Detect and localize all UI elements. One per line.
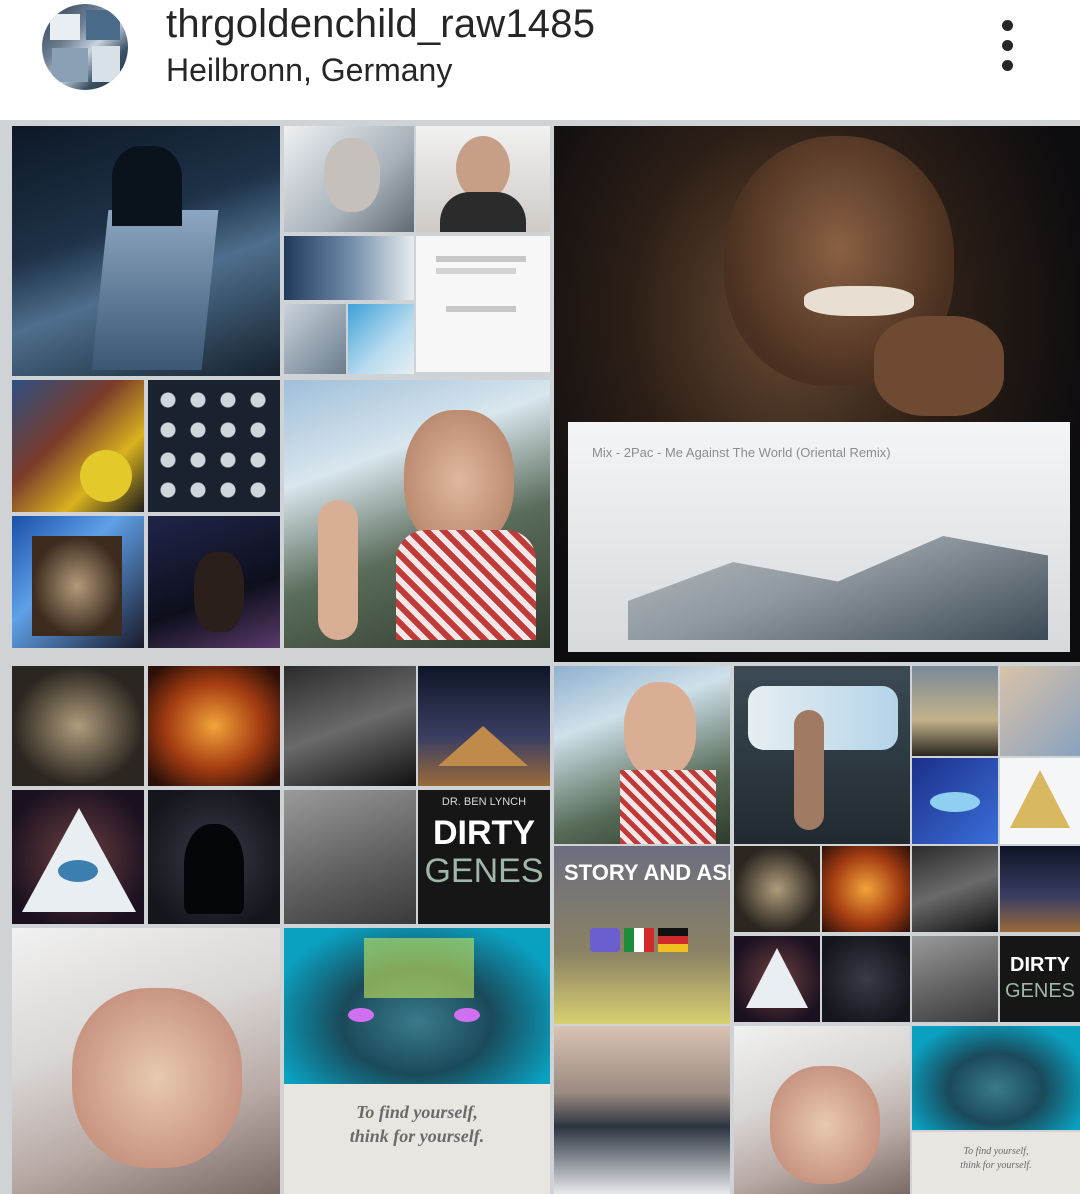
collage-tile-dark-small [912,846,998,932]
collage-tile-fire-small [822,846,910,932]
collage-tile-face-1 [284,126,414,232]
collage-tile-sunset [912,666,998,756]
collage-tile-portrait-large [12,928,280,1194]
collage-tile-photo-small [284,304,346,374]
collage-tile-armor-small [734,846,820,932]
username-link[interactable]: thrgoldenchild_raw1485 [166,2,595,47]
collage-tile-dirty-genes-book: DR. BEN LYNCH DIRTY GENES [418,790,550,924]
book-author: DR. BEN LYNCH [441,796,527,808]
collage-tile-stone [284,790,416,924]
tupac-caption: Mix - 2Pac - Me Against The World (Orien… [592,445,891,460]
quote-line-1: To find yourself, [356,1102,478,1122]
collage-tile-hooded-small [822,936,910,1022]
collage-tile-mini-grid [12,380,144,512]
collage-tile-dark-figure [284,666,416,786]
location-link[interactable]: Heilbronn, Germany [166,52,452,89]
book-title-1: DIRTY [433,814,535,852]
collage-tile-dots [148,380,280,512]
collage-tile-pyramids-small [1000,846,1080,932]
small-book-title-2: GENES [1004,980,1076,1002]
collage-tile-blue-eye [912,758,998,844]
profile-avatar[interactable] [42,4,128,90]
collage-tile-face-2 [416,126,550,232]
collage-tile-comet [12,516,144,648]
collage-tile-group [1000,666,1080,756]
collage-tile-book-small: DIRTY GENES [1000,936,1080,1022]
collage-tile-text-card [416,236,550,372]
collage-tile-alien-small [912,1026,1080,1130]
collage-tile-eye-small [734,936,820,1022]
collage-tile-pyramid-eye [12,790,144,924]
collage-tile-selfie [284,380,550,648]
collage-tile-quote-small: To find yourself, think for yourself. [912,1132,1080,1194]
small-quote-line-2: think for yourself. [960,1160,1032,1171]
collage-tile-alien [284,928,550,1084]
collage-tile-hooded [148,790,280,924]
collage-tile-selfie-small [554,666,730,844]
collage-tile-portrait-small [734,1026,910,1194]
collage-tile-tupac: Mix - 2Pac - Me Against The World (Orien… [554,126,1080,662]
collage-tile-stone-small [912,936,998,1022]
story-label: STORY AND ASK [564,860,730,885]
collage-tile-police-car [734,666,910,844]
collage-tile-screens [284,236,414,300]
quote-line-2: think for yourself. [349,1126,485,1146]
collage-tile-fire [148,666,280,786]
post-header: thrgoldenchild_raw1485 Heilbronn, German… [0,0,1080,118]
small-quote-line-1: To find yourself, [963,1146,1029,1157]
post-image-collage[interactable]: Mix - 2Pac - Me Against The World (Orien… [0,120,1080,1194]
collage-tile-pyramids [418,666,550,786]
collage-tile-triangle [1000,758,1080,844]
collage-tile-armor [12,666,144,786]
more-vertical-icon[interactable] [994,20,1022,72]
book-title-2: GENES [424,852,544,890]
small-book-title-1: DIRTY [1010,954,1070,976]
collage-tile-face-blur [554,1026,730,1194]
collage-tile-building [12,126,280,376]
collage-tile-quote: To find yourself, think for yourself. [284,1084,550,1194]
collage-tile-story: STORY AND ASK [554,846,730,1024]
collage-tile-stage [148,516,280,648]
collage-tile-blue-screen [348,304,414,374]
